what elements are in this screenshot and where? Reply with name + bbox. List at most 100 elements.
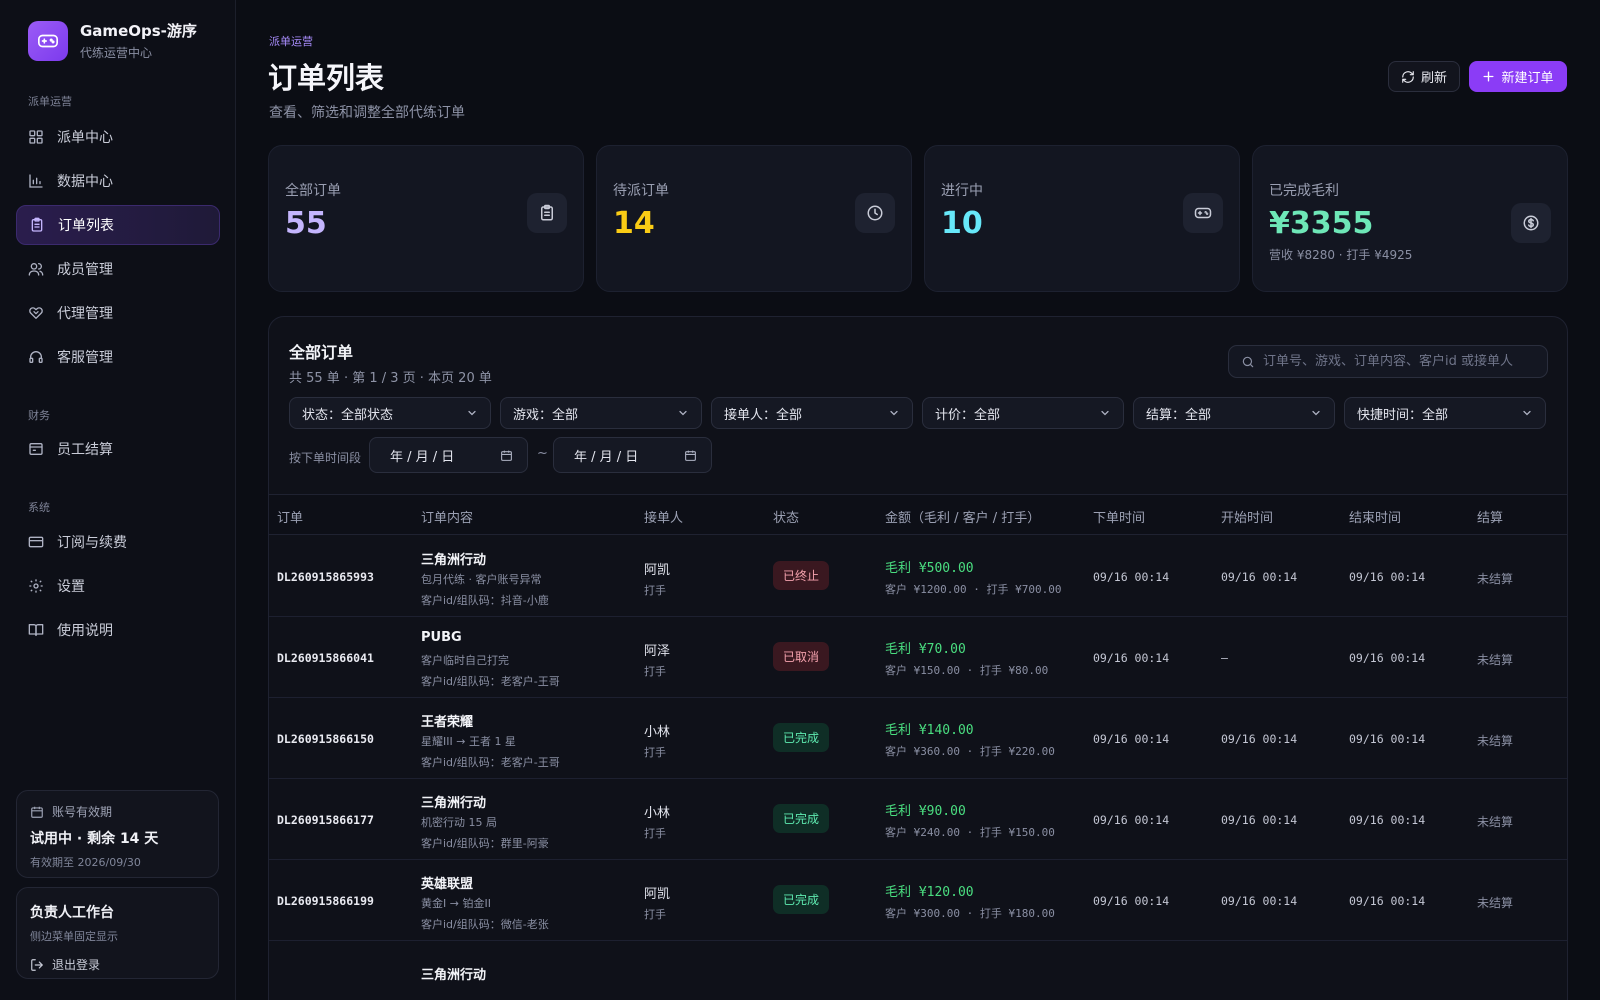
date-placeholder: 年 / 月 / 日 <box>574 449 639 465</box>
stat-value: ¥3355 <box>1269 206 1374 241</box>
table-row[interactable]: DL260915866041 PUBG 客户临时自己打完 客户id/组队码：老客户-王… <box>269 617 1567 698</box>
page-description: 查看、筛选和调整全部代练订单 <box>269 105 465 121</box>
order-game: 三角洲行动 <box>421 796 487 811</box>
brand[interactable]: GameOps-游序 代练运营中心 <box>28 20 197 61</box>
table-row[interactable]: DL260915866150 王者荣耀 星耀III → 王者 1 星客户id/组队码… <box>269 698 1567 779</box>
date-separator: ~ <box>537 446 548 461</box>
sidebar-item-agents[interactable]: 代理管理 <box>16 293 220 333</box>
column-header[interactable]: 订单内容 <box>421 507 473 526</box>
orders-panel: 全部订单 共 55 单 · 第 1 / 3 页 · 本页 20 单 状态：全部状… <box>268 316 1568 1000</box>
sidebar-item-payroll[interactable]: 员工结算 <box>16 429 220 469</box>
order-amount-split: 客户 ¥240.00 · 打手 ¥150.00 <box>885 826 1055 839</box>
stat-card-completed-profit: 已完成毛利 ¥3355 营收 ¥8280 · 打手 ¥4925 <box>1252 145 1568 292</box>
order-id[interactable]: DL260915866041 <box>277 651 374 665</box>
column-header[interactable]: 结束时间 <box>1349 507 1401 526</box>
status-badge: 已取消 <box>773 642 830 671</box>
order-detail: 包月代练 · 客户账号异常 <box>421 573 542 586</box>
bar-chart-icon <box>29 174 43 188</box>
sidebar-item-dispatch-center[interactable]: 派单中心 <box>16 117 220 157</box>
sidebar-item-subscription[interactable]: 订阅与续费 <box>16 522 220 562</box>
calendar-icon <box>685 450 696 461</box>
filter-quick-time[interactable]: 快捷时间：全部 <box>1344 397 1546 429</box>
stat-card-in-progress: 进行中 10 <box>924 145 1240 292</box>
headset-icon <box>29 351 43 363</box>
plus-icon <box>1483 71 1494 82</box>
settlement-status[interactable]: 未结算 <box>1477 570 1513 587</box>
refresh-button[interactable]: 刷新 <box>1388 61 1460 92</box>
account-validity-card: 账号有效期 试用中 · 剩余 14 天 有效期至 2026/09/30 <box>16 790 219 878</box>
order-customer: 客户id/组队码：老客户-王哥 <box>421 675 560 688</box>
column-header[interactable]: 订单 <box>277 507 303 526</box>
sidebar-item-label: 订阅与续费 <box>57 535 127 551</box>
date-range-label: 按下单时间段 <box>289 451 362 465</box>
column-header[interactable]: 下单时间 <box>1093 507 1145 526</box>
column-header[interactable]: 接单人 <box>644 507 683 526</box>
sidebar-item-support[interactable]: 客服管理 <box>16 337 220 377</box>
table-row[interactable]: DL260915865993 三角洲行动 包月代练 · 客户账号异常 客户id/组队码… <box>269 536 1567 617</box>
clipboard-icon <box>527 193 567 233</box>
table-row[interactable]: DL260915866177 三角洲行动 机密行动 15 局客户id/组队码：群里-… <box>269 779 1567 860</box>
dollar-icon <box>1511 203 1551 243</box>
calendar-icon <box>501 450 512 461</box>
logout-button[interactable]: 退出登录 <box>30 956 205 973</box>
stat-sub: 营收 ¥8280 · 打手 ¥4925 <box>1269 248 1413 262</box>
credit-card-icon <box>28 536 44 548</box>
sidebar-item-members[interactable]: 成员管理 <box>16 249 220 289</box>
order-id[interactable]: DL260915865993 <box>277 570 374 584</box>
orders-summary: 共 55 单 · 第 1 / 3 页 · 本页 20 单 <box>289 371 492 386</box>
filter-status[interactable]: 状态：全部状态 <box>289 397 491 429</box>
breadcrumb[interactable]: 派单运营 <box>269 33 313 49</box>
logout-icon <box>31 958 44 971</box>
stat-label: 已完成毛利 <box>1269 183 1339 199</box>
date-end-input[interactable]: 年 / 月 / 日 <box>553 437 712 473</box>
new-order-button[interactable]: 新建订单 <box>1469 61 1567 92</box>
column-header[interactable]: 金额（毛利 / 客户 / 打手） <box>885 507 1040 526</box>
workspace-note: 侧边菜单固定显示 <box>30 930 118 943</box>
sidebar-item-label: 成员管理 <box>57 262 113 278</box>
filter-settlement[interactable]: 结算：全部 <box>1133 397 1335 429</box>
stat-value: 55 <box>285 206 327 241</box>
filter-game[interactable]: 游戏：全部 <box>500 397 702 429</box>
settlement-status[interactable]: 未结算 <box>1477 894 1513 911</box>
table-header: 订单 订单内容 接单人 状态 金额（毛利 / 客户 / 打手） 下单时间 开始时… <box>269 494 1567 535</box>
order-amount-split: 客户 ¥1200.00 · 打手 ¥700.00 <box>885 583 1062 596</box>
filter-worker[interactable]: 接单人：全部 <box>711 397 913 429</box>
filter-label: 计价：全部 <box>935 407 1001 423</box>
date-start-input[interactable]: 年 / 月 / 日 <box>369 437 528 473</box>
order-time: 09/16 00:14 <box>1093 570 1170 584</box>
order-time: 09/16 00:14 <box>1093 894 1170 908</box>
sidebar-item-settings[interactable]: 设置 <box>16 566 220 606</box>
search-box[interactable] <box>1228 345 1548 378</box>
column-header[interactable]: 开始时间 <box>1221 507 1273 526</box>
grid-icon <box>29 130 43 144</box>
order-worker-role: 打手 <box>644 665 666 678</box>
settlement-status[interactable]: 未结算 <box>1477 813 1513 830</box>
end-time: 09/16 00:14 <box>1349 894 1426 908</box>
start-time: 09/16 00:14 <box>1221 570 1298 584</box>
book-icon <box>28 624 44 636</box>
nav-section-system: 系统 <box>28 501 50 514</box>
stat-card-all-orders: 全部订单 55 <box>268 145 584 292</box>
refresh-label: 刷新 <box>1420 71 1447 86</box>
settlement-status[interactable]: 未结算 <box>1477 732 1513 749</box>
nav-section-dispatch: 派单运营 <box>28 95 72 108</box>
column-header[interactable]: 结算 <box>1477 507 1503 526</box>
sidebar-item-guide[interactable]: 使用说明 <box>16 610 220 650</box>
sidebar-item-order-list[interactable]: 订单列表 <box>16 205 220 245</box>
search-input[interactable] <box>1263 354 1533 369</box>
order-id[interactable]: DL260915866199 <box>277 894 374 908</box>
filter-pricing[interactable]: 计价：全部 <box>922 397 1124 429</box>
order-detail: 机密行动 15 局 <box>421 816 497 829</box>
sidebar-item-label: 代理管理 <box>57 306 113 322</box>
column-header[interactable]: 状态 <box>773 507 799 526</box>
account-expiry: 有效期至 2026/09/30 <box>30 856 141 869</box>
table-row[interactable]: DL260915866199 英雄联盟 黄金I → 铂金II 客户id/组队码：微信-… <box>269 860 1567 941</box>
workspace-title: 负责人工作台 <box>30 905 114 921</box>
sidebar-item-data-center[interactable]: 数据中心 <box>16 161 220 201</box>
order-customer: 客户id/组队码：微信-老张 <box>421 918 549 931</box>
order-id[interactable]: DL260915866150 <box>277 732 374 746</box>
order-id[interactable]: DL260915866177 <box>277 813 374 827</box>
table-row-partial[interactable]: 三角洲行动 <box>269 940 1567 1000</box>
settlement-status[interactable]: 未结算 <box>1477 651 1513 668</box>
chevron-down-icon <box>1101 410 1109 416</box>
